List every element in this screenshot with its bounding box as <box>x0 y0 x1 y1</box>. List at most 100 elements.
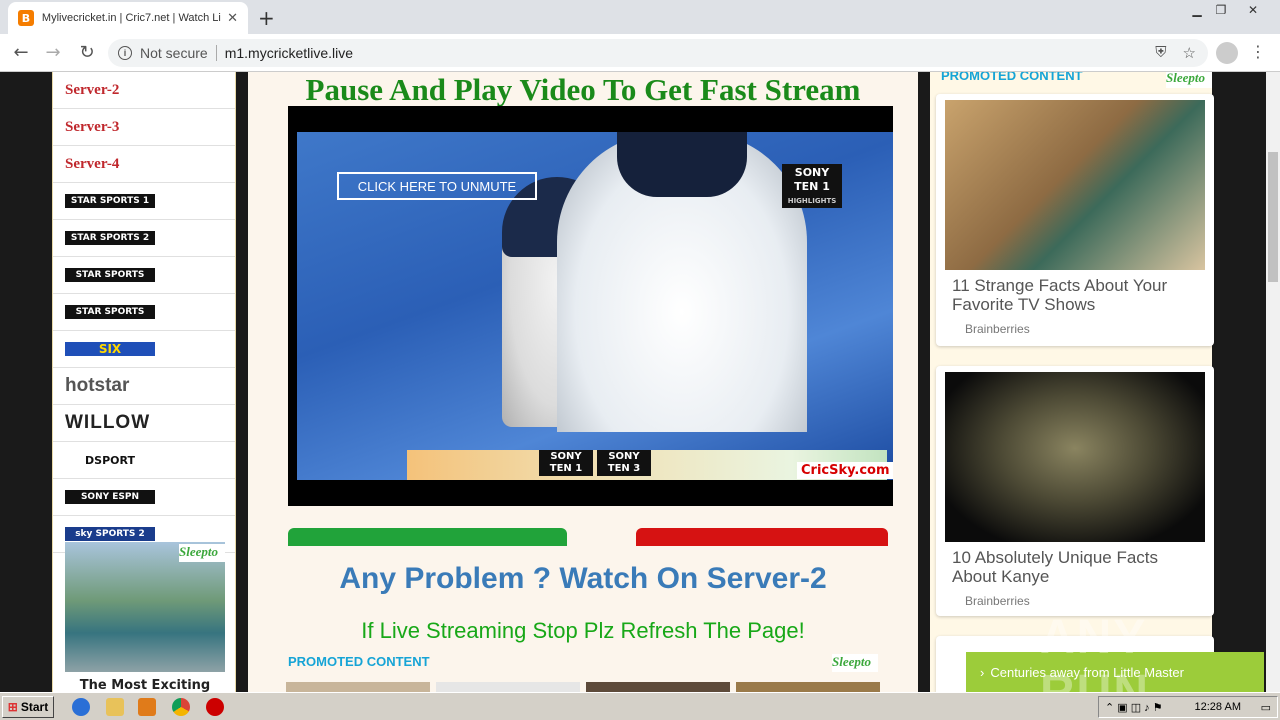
promo-thumbnail[interactable] <box>586 682 730 692</box>
channel-logo: STAR SPORTS <box>65 268 155 282</box>
profile-avatar[interactable] <box>1216 42 1238 64</box>
badge-name: TEN 1 <box>794 180 830 193</box>
server-link[interactable]: Server-2 <box>53 72 235 109</box>
url-text[interactable]: m1.mycricketlive.live <box>225 45 353 61</box>
channel-logo: DSPORT <box>65 453 155 467</box>
promoted-content-label: PROMOTED CONTENT <box>941 72 1083 83</box>
promoted-sidebar: PROMOTED CONTENT Sleepto 11 Strange Fact… <box>930 72 1214 692</box>
channel-link[interactable]: STAR SPORTS 1 <box>53 183 235 220</box>
promoted-content-label: PROMOTED CONTENT <box>288 654 430 669</box>
windows-logo-icon: ⊞ <box>7 700 18 714</box>
server-sidebar: Server-2 Server-3 Server-4 STAR SPORTS 1 ST… <box>52 72 236 692</box>
start-button[interactable]: ⊞ Start <box>2 696 54 718</box>
channel-link[interactable]: SIX <box>53 331 235 368</box>
server-label: Server-2 <box>65 81 120 98</box>
restore-icon[interactable]: ❐ <box>1206 0 1236 20</box>
channel-logo: STAR SPORTS <box>65 305 155 319</box>
address-bar[interactable]: i Not secure m1.mycricketlive.live ⛨ ☆ <box>108 39 1208 67</box>
sidebar-ad[interactable]: Sleepto The Most Exciting <box>65 542 225 692</box>
clock: 12:28 AM <box>1194 701 1241 713</box>
reload-icon[interactable]: ↻ <box>76 42 98 63</box>
browser-tab[interactable]: B Mylivecricket.in | Cric7.net | Watch L… <box>8 2 248 34</box>
channel-link[interactable]: STAR SPORTS 2 <box>53 220 235 257</box>
refresh-notice: If Live Streaming Stop Plz Refresh The P… <box>361 618 805 643</box>
chrome-icon[interactable] <box>172 698 190 716</box>
info-icon[interactable]: i <box>118 46 132 60</box>
video-frame[interactable]: CLICK HERE TO UNMUTE SONY TEN 1 HIGHLIGH… <box>297 132 893 480</box>
card-image[interactable] <box>945 100 1205 270</box>
security-label: Not secure <box>140 45 208 61</box>
chip-brand: SONY <box>550 451 582 462</box>
chip-name: TEN 3 <box>607 463 641 474</box>
video-player[interactable]: CLICK HERE TO UNMUTE SONY TEN 1 HIGHLIGH… <box>288 106 893 506</box>
card-title[interactable]: 11 Strange Facts About Your Favorite TV … <box>952 276 1200 314</box>
page-scrollbar[interactable] <box>1266 72 1280 692</box>
scroll-thumb[interactable] <box>1268 152 1278 282</box>
helmet-shape <box>617 132 747 197</box>
folder-icon[interactable] <box>106 698 124 716</box>
blogger-icon: B <box>18 10 34 26</box>
green-server-button[interactable] <box>288 528 567 546</box>
channel-link[interactable]: hotstar <box>53 368 235 405</box>
close-window-icon[interactable]: ✕ <box>1238 0 1268 20</box>
sleepto-logo: Sleepto <box>832 654 878 672</box>
ie-icon[interactable] <box>72 698 90 716</box>
card-source: Brainberries <box>965 594 1030 608</box>
media-player-icon[interactable] <box>138 698 156 716</box>
chip-brand: SONY <box>608 451 640 462</box>
channel-link[interactable]: DSPORT <box>53 442 235 479</box>
tray-icons[interactable]: ⌃ ▣ ◫ ♪ ⚑ <box>1105 701 1163 714</box>
sleepto-logo: Sleepto <box>1166 72 1212 88</box>
channel-link[interactable]: STAR SPORTS <box>53 294 235 331</box>
channel-logo: sky SPORTS 2 <box>65 527 155 541</box>
badge-sub: HIGHLIGHTS <box>787 197 837 205</box>
tab-strip: B Mylivecricket.in | Cric7.net | Watch L… <box>0 0 1280 34</box>
anyrun-watermark: ANY RUN <box>1040 611 1148 692</box>
browser-toolbar: ← → ↻ i Not secure m1.mycricketlive.live… <box>0 34 1280 72</box>
page-headline: Pause And Play Video To Get Fast Stream <box>305 72 861 107</box>
close-icon[interactable]: ✕ <box>227 11 238 26</box>
badge-brand: SONY <box>794 166 830 179</box>
channel-link[interactable]: STAR SPORTS <box>53 257 235 294</box>
card-image[interactable] <box>945 372 1205 542</box>
divider <box>215 45 217 61</box>
shield-blocked-icon[interactable]: ⛨ <box>1155 44 1166 62</box>
server-label: Server-3 <box>65 118 120 135</box>
server-link[interactable]: Server-3 <box>53 109 235 146</box>
show-desktop-icon[interactable]: ▭ <box>1261 701 1271 714</box>
menu-dots-icon[interactable]: ⋮ <box>1250 42 1266 61</box>
channel-badge: SONY TEN 1 HIGHLIGHTS <box>782 164 842 208</box>
ticker-chip: SONY TEN 3 <box>597 450 651 476</box>
main-content: Pause And Play Video To Get Fast Stream … <box>248 72 918 692</box>
sleepto-logo: Sleepto <box>179 544 225 562</box>
card-title[interactable]: 10 Absolutely Unique Facts About Kanye <box>952 548 1200 586</box>
chip-name: TEN 1 <box>549 463 583 474</box>
card-source: Brainberries <box>965 322 1030 336</box>
red-server-button[interactable] <box>636 528 888 546</box>
alert-icon[interactable] <box>206 698 224 716</box>
web-page: Server-2 Server-3 Server-4 STAR SPORTS 1 ST… <box>0 72 1266 692</box>
promo-card[interactable]: 10 Absolutely Unique Facts About Kanye B… <box>936 366 1214 616</box>
plus-icon[interactable]: + <box>258 6 275 30</box>
star-icon[interactable]: ☆ <box>1183 44 1196 62</box>
channel-logo: STAR SPORTS 2 <box>65 231 155 245</box>
promo-thumbnail[interactable] <box>736 682 880 692</box>
back-arrow-icon[interactable]: ← <box>10 42 32 63</box>
channel-link[interactable]: WILLOW <box>53 405 235 442</box>
channel-logo: WILLOW <box>65 412 151 433</box>
problem-heading[interactable]: Any Problem ? Watch On Server-2 <box>248 562 918 596</box>
system-tray: ⌃ ▣ ◫ ♪ ⚑ 12:28 AM ▭ <box>1098 696 1278 718</box>
channel-logo: SONY ESPN <box>65 490 155 504</box>
promo-thumbnail[interactable] <box>436 682 580 692</box>
promo-card[interactable]: 11 Strange Facts About Your Favorite TV … <box>936 94 1214 346</box>
channel-link[interactable]: SONY ESPN <box>53 479 235 516</box>
cricsky-watermark: CricSky.com <box>797 462 893 479</box>
server-link[interactable]: Server-4 <box>53 146 235 183</box>
forward-arrow-icon[interactable]: → <box>42 42 64 63</box>
promo-thumbnails <box>286 682 880 692</box>
tab-title: Mylivecricket.in | Cric7.net | Watch Liv… <box>41 12 222 24</box>
unmute-button[interactable]: CLICK HERE TO UNMUTE <box>337 172 537 200</box>
ad-caption[interactable]: The Most Exciting <box>65 678 225 692</box>
promo-thumbnail[interactable] <box>286 682 430 692</box>
channel-logo: hotstar <box>65 375 130 396</box>
